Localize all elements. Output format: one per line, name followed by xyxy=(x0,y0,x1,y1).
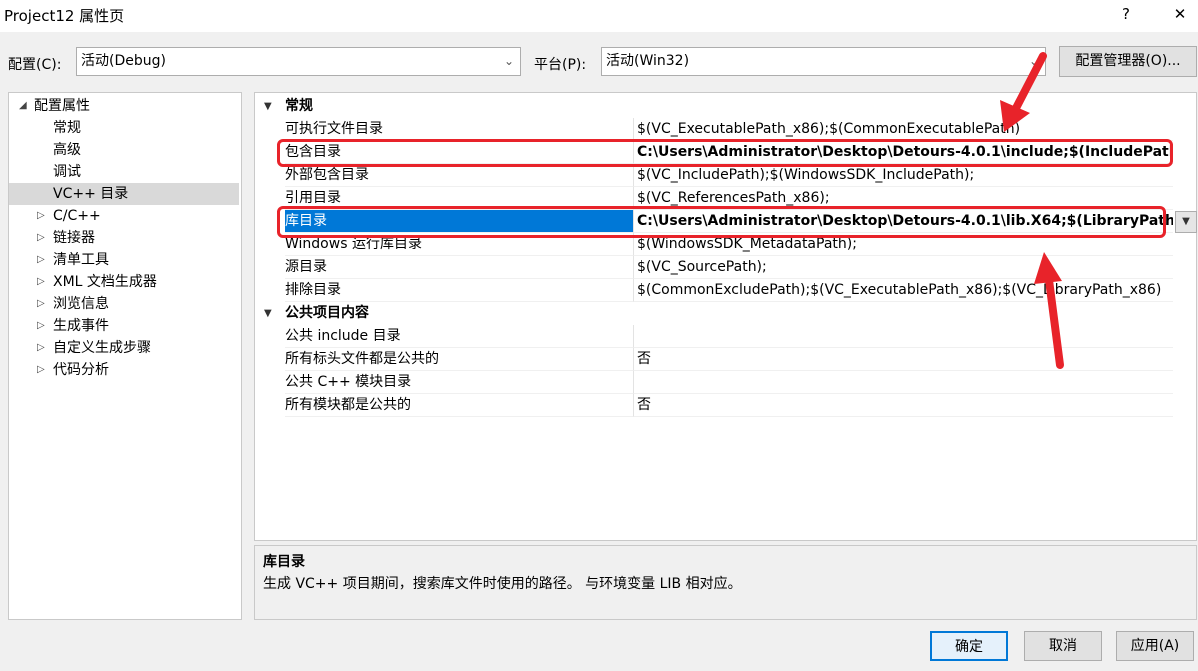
annotation-arrows xyxy=(1000,52,1064,369)
annotation-arrow-down xyxy=(1000,52,1047,132)
annotation-arrow-up xyxy=(1034,252,1064,369)
